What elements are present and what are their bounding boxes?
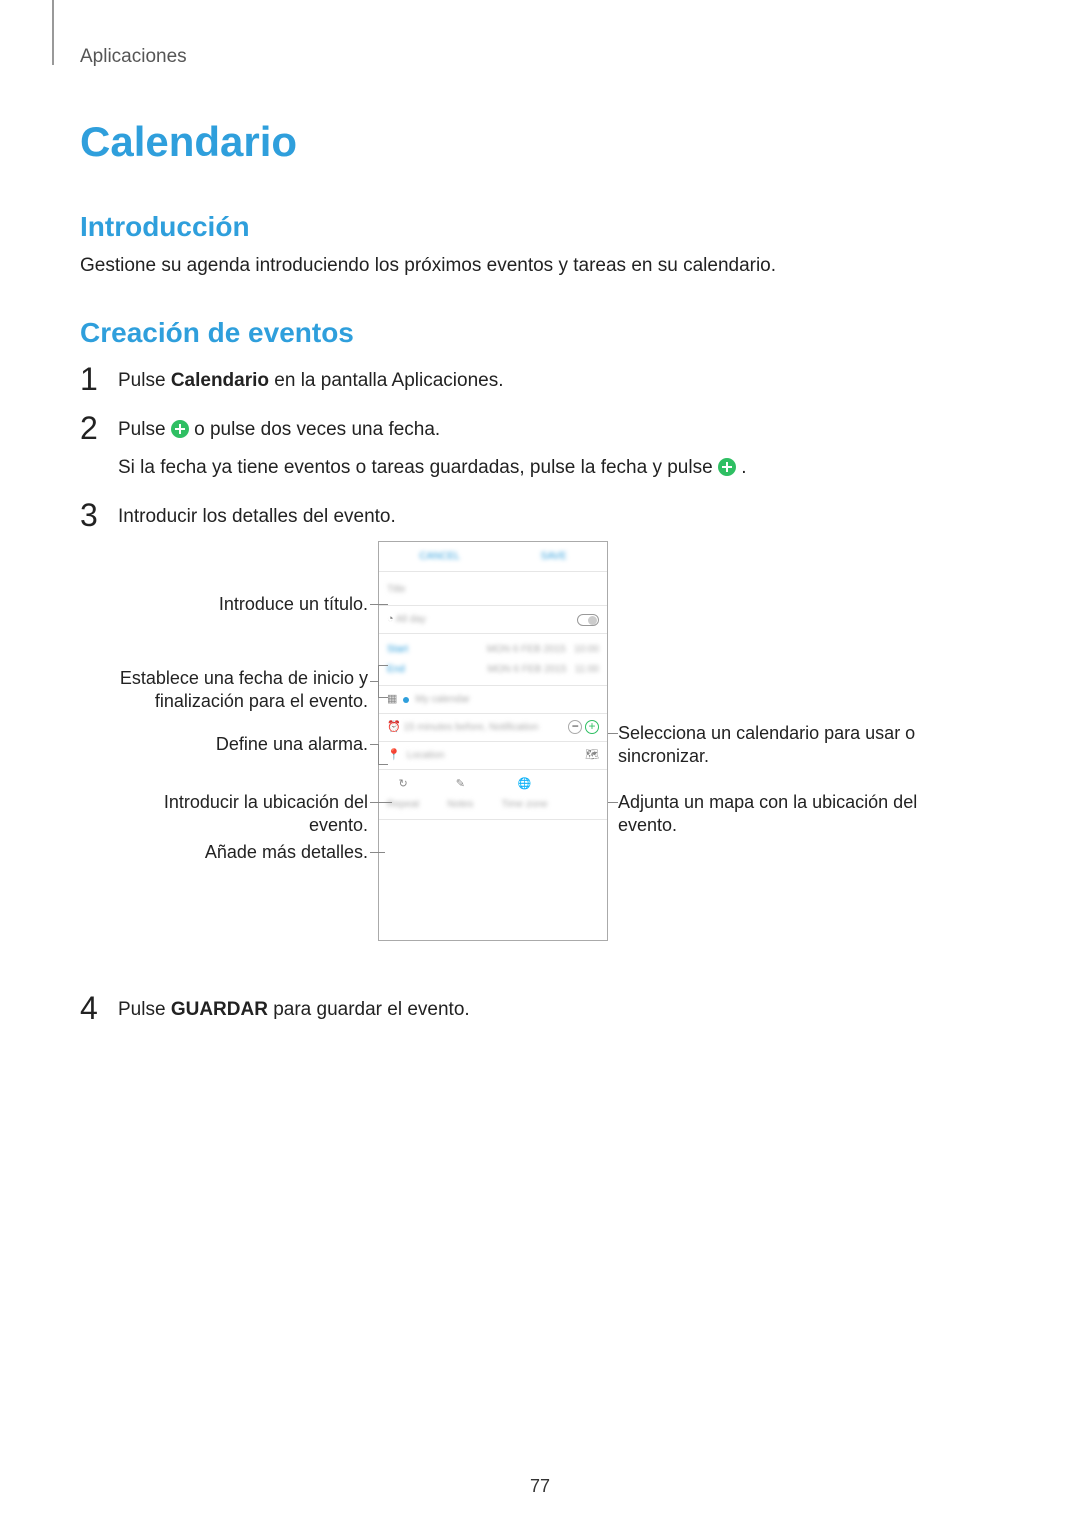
phone-location-row: 📍 Location 🗺 bbox=[379, 742, 607, 770]
minus-icon: − bbox=[568, 720, 582, 734]
step3-text: Introducir los detalles del evento. bbox=[118, 503, 1028, 532]
page-title: Calendario bbox=[80, 118, 1000, 166]
phone-mock: CANCEL SAVE Title ◔ All day StartMON 6 F… bbox=[378, 541, 608, 941]
label-details: Añade más detalles. bbox=[108, 841, 368, 864]
phone-alarm-row: ⏰ 15 minutes before, Notification − + bbox=[379, 714, 607, 742]
header-rule bbox=[52, 0, 54, 65]
step1-bold: Calendario bbox=[171, 370, 269, 391]
intro-text: Gestione su agenda introduciendo los pró… bbox=[80, 255, 1000, 277]
leader-line bbox=[370, 681, 378, 682]
leader-line bbox=[378, 764, 388, 765]
label-calendar-select: Selecciona un calendario para usar o sin… bbox=[618, 722, 948, 769]
phone-details-row: ↻Repeat ✎Notes 🌐Time zone bbox=[379, 770, 607, 820]
calendar-icon: ▦ bbox=[387, 691, 397, 708]
leader-line bbox=[608, 802, 618, 803]
label-location: Introducir la ubicación del evento. bbox=[108, 791, 368, 838]
section-intro-heading: Introducción bbox=[80, 211, 1000, 243]
step-3: 3 Introducir los detalles del evento. CA… bbox=[80, 503, 1000, 977]
label-dates: Establece una fecha de inicio y finaliza… bbox=[108, 667, 368, 714]
leader-line bbox=[378, 744, 379, 764]
clock-icon: ◔ bbox=[387, 613, 394, 625]
phone-dates-row: StartMON 6 FEB 2015 10:00 EndMON 6 FEB 2… bbox=[379, 634, 607, 686]
label-map: Adjunta un mapa con la ubicación del eve… bbox=[618, 791, 948, 838]
step4-bold: GUARDAR bbox=[171, 999, 268, 1020]
cancel-blur: CANCEL bbox=[419, 549, 460, 564]
leader-line bbox=[370, 744, 378, 745]
step2-line2-pre: Si la fecha ya tiene eventos o tareas gu… bbox=[118, 457, 718, 478]
step-number: 3 bbox=[80, 499, 114, 531]
phone-calendar-row: ▦ My calendar bbox=[379, 686, 607, 714]
repeat-icon: ↻ bbox=[399, 776, 408, 793]
leader-line bbox=[378, 665, 379, 697]
phone-title-row: Title bbox=[379, 572, 607, 606]
step-number: 2 bbox=[80, 412, 114, 444]
leader-line bbox=[378, 665, 388, 666]
leader-line bbox=[608, 733, 618, 734]
leader-line bbox=[370, 802, 392, 803]
step-1: 1 Pulse Calendario en la pantalla Aplica… bbox=[80, 367, 1000, 396]
step2-line2-post: . bbox=[741, 457, 746, 478]
timezone-icon: 🌐 bbox=[518, 776, 532, 793]
event-diagram: CANCEL SAVE Title ◔ All day StartMON 6 F… bbox=[108, 541, 1028, 971]
label-alarm: Define una alarma. bbox=[108, 733, 368, 756]
step-4: 4 Pulse GUARDAR para guardar el evento. bbox=[80, 996, 1000, 1025]
title-blur: Title bbox=[387, 584, 406, 595]
step2-line1-pre: Pulse bbox=[118, 419, 171, 440]
toggle-icon bbox=[577, 614, 599, 626]
plus-icon bbox=[171, 420, 189, 438]
note-icon: ✎ bbox=[456, 776, 465, 793]
save-blur: SAVE bbox=[541, 549, 567, 564]
map-icon: 🗺 bbox=[585, 747, 599, 764]
phone-topbar: CANCEL SAVE bbox=[379, 542, 607, 572]
phone-allday-row: ◔ All day bbox=[379, 606, 607, 634]
step-number: 4 bbox=[80, 992, 114, 1024]
leader-line bbox=[370, 852, 385, 853]
section-create-heading: Creación de eventos bbox=[80, 317, 1000, 349]
step1-suffix: en la pantalla Aplicaciones. bbox=[269, 370, 504, 391]
breadcrumb: Aplicaciones bbox=[80, 46, 1000, 68]
plus-icon bbox=[718, 458, 736, 476]
step-2: 2 Pulse o pulse dos veces una fecha. Si … bbox=[80, 416, 1000, 483]
page-number: 77 bbox=[0, 1476, 1080, 1497]
step2-line1-post: o pulse dos veces una fecha. bbox=[194, 419, 440, 440]
leader-line bbox=[370, 604, 388, 605]
pin-icon: 📍 bbox=[387, 747, 401, 764]
label-title-input: Introduce un título. bbox=[108, 593, 368, 616]
step1-prefix: Pulse bbox=[118, 370, 171, 391]
step-number: 1 bbox=[80, 363, 114, 395]
step4-suffix: para guardar el evento. bbox=[268, 999, 470, 1020]
plus-small-icon: + bbox=[585, 720, 599, 734]
leader-line bbox=[378, 697, 388, 698]
step4-prefix: Pulse bbox=[118, 999, 171, 1020]
dot-icon bbox=[403, 697, 409, 703]
alarm-icon: ⏰ bbox=[387, 721, 401, 733]
